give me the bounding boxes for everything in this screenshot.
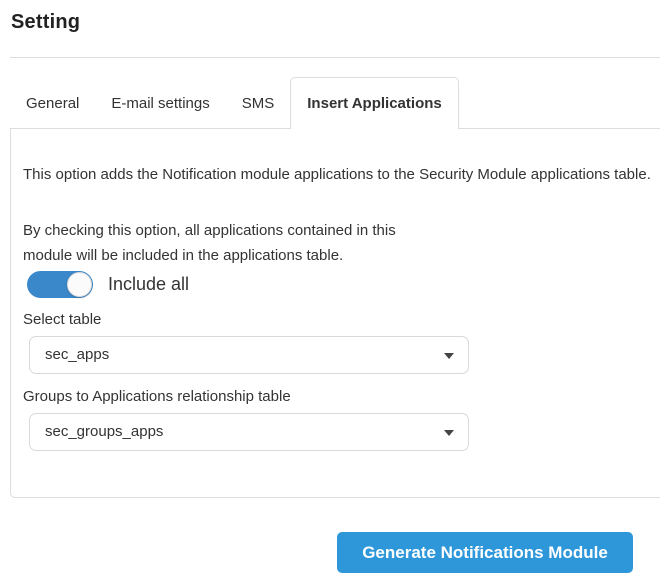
- tab-insert-applications-label: Insert Applications: [307, 95, 442, 112]
- panel-description: This option adds the Notification module…: [23, 166, 651, 183]
- settings-page: Setting General E-mail settings SMS Inse…: [0, 0, 660, 580]
- toggle-knob-icon: [67, 272, 92, 297]
- select-table-dropdown[interactable]: sec_apps: [29, 336, 469, 374]
- include-all-toggle[interactable]: [27, 271, 93, 298]
- tab-email-settings-label: E-mail settings: [111, 94, 210, 112]
- select-table-label: Select table: [23, 311, 102, 328]
- chevron-down-icon: [444, 430, 454, 436]
- tab-sms[interactable]: SMS: [226, 77, 291, 129]
- generate-notifications-label: Generate Notifications Module: [362, 542, 608, 562]
- tab-email-settings[interactable]: E-mail settings: [95, 77, 225, 129]
- relationship-table-label: Groups to Applications relationship tabl…: [23, 388, 291, 405]
- insert-applications-panel: This option adds the Notification module…: [10, 128, 660, 498]
- generate-notifications-button[interactable]: Generate Notifications Module: [337, 532, 633, 573]
- tab-sms-label: SMS: [241, 94, 275, 112]
- relationship-table-value: sec_groups_apps: [45, 423, 164, 440]
- select-table-value: sec_apps: [45, 346, 110, 363]
- tab-general[interactable]: General: [10, 77, 95, 129]
- include-all-label: Include all: [108, 274, 190, 294]
- tab-insert-applications[interactable]: Insert Applications: [290, 77, 459, 129]
- tab-bar: General E-mail settings SMS Insert Appli…: [10, 77, 459, 129]
- page-title: Setting: [11, 11, 81, 33]
- panel-note: By checking this option, all application…: [23, 222, 396, 264]
- relationship-table-dropdown[interactable]: sec_groups_apps: [29, 413, 469, 451]
- tab-general-label: General: [26, 94, 80, 112]
- chevron-down-icon: [444, 353, 454, 359]
- title-divider: [10, 57, 660, 58]
